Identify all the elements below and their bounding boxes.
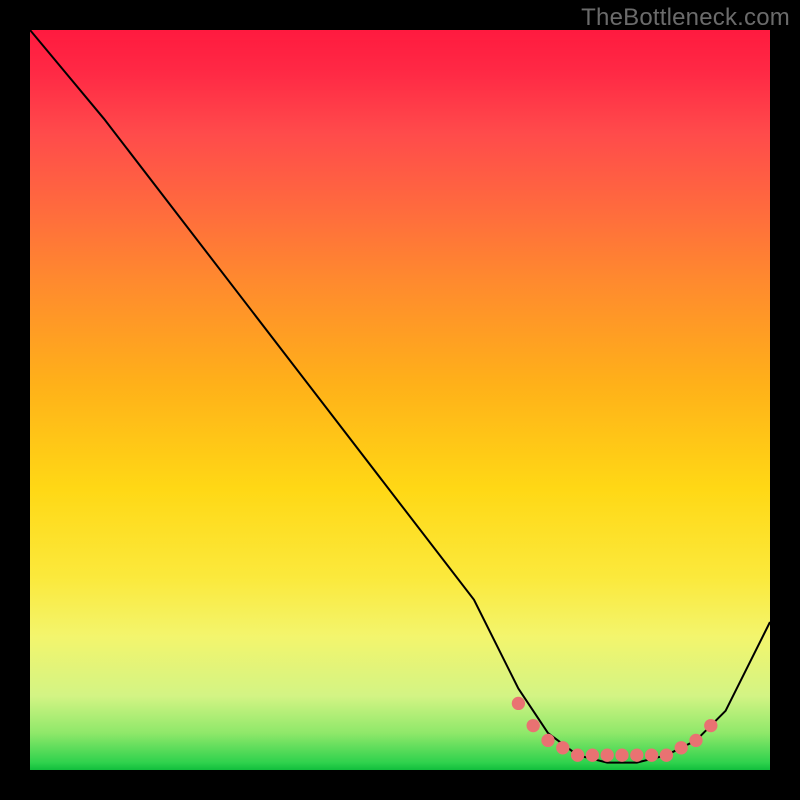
sweet-spot-marker <box>645 749 658 762</box>
marker-group <box>512 697 718 762</box>
sweet-spot-marker <box>704 719 717 732</box>
sweet-spot-marker <box>615 749 628 762</box>
sweet-spot-marker <box>541 734 554 747</box>
sweet-spot-marker <box>512 697 525 710</box>
sweet-spot-marker <box>601 749 614 762</box>
gradient-plot-area <box>30 30 770 770</box>
sweet-spot-marker <box>689 734 702 747</box>
watermark-text: TheBottleneck.com <box>581 4 790 32</box>
chart-frame: TheBottleneck.com <box>0 0 800 800</box>
bottleneck-curve <box>30 30 770 763</box>
sweet-spot-marker <box>675 741 688 754</box>
sweet-spot-marker <box>527 719 540 732</box>
sweet-spot-marker <box>630 749 643 762</box>
sweet-spot-marker <box>660 749 673 762</box>
sweet-spot-marker <box>556 741 569 754</box>
curve-svg <box>30 30 770 770</box>
sweet-spot-marker <box>586 749 599 762</box>
sweet-spot-marker <box>571 749 584 762</box>
